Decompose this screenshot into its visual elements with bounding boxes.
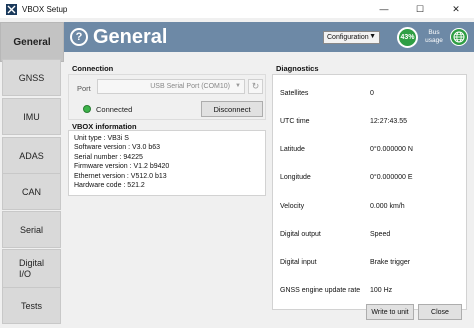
diag-value: 0 (370, 90, 374, 97)
close-button[interactable]: Close (418, 304, 462, 320)
firmware-version: Firmware version : V1.2 b9420 (74, 163, 170, 171)
diag-label: UTC time (280, 118, 310, 125)
bus-usage-label: Bus usage (421, 29, 447, 45)
diag-label: Latitude (280, 146, 305, 153)
sidebar-item-label: General (13, 36, 51, 48)
port-value: USB Serial Port (COM10) (150, 83, 230, 90)
title-bar: VBOX Setup — ☐ ✕ (0, 0, 474, 18)
sidebar-item-label: GNSS (18, 72, 45, 83)
chevron-down-icon: ▼ (369, 33, 376, 40)
diag-value: Speed (370, 231, 391, 238)
vbox-info-panel: Unit type : VB3i S Software version : V3… (68, 130, 266, 196)
sidebar-item-label: Tests (20, 300, 42, 311)
ethernet-version: Ethernet version : V512.0 b13 (74, 172, 167, 180)
connection-status: Connected (96, 105, 133, 114)
sidebar-item-serial[interactable]: Serial (2, 211, 61, 248)
unit-type: Unit type : VB3i S (74, 135, 129, 142)
close-window-button[interactable]: ✕ (438, 0, 474, 18)
diag-value: 12:27:43.55 (370, 118, 407, 125)
diag-label: Digital output (280, 231, 321, 238)
maximize-button[interactable]: ☐ (402, 0, 438, 18)
page-title: General (93, 26, 168, 48)
software-version: Software version : V3.0 b63 (74, 144, 160, 152)
diag-label: Longitude (280, 174, 311, 181)
diagnostics-panel: Satellites 0 UTC time 12:27:43.55 Latitu… (272, 74, 467, 310)
sidebar-item-label: CAN (21, 186, 41, 197)
serial-number: Serial number : 94225 (74, 153, 143, 161)
write-to-unit-button[interactable]: Write to unit (366, 304, 414, 320)
refresh-button[interactable]: ↻ (248, 79, 263, 94)
diag-value: 0°0.000000 E (370, 174, 413, 181)
sidebar-item-label: Serial (19, 224, 43, 235)
connection-title: Connection (72, 64, 114, 73)
sidebar-item-adas[interactable]: ADAS (2, 137, 61, 174)
port-dropdown[interactable]: USB Serial Port (COM10) ▼ (97, 79, 245, 94)
diag-label: GNSS engine update rate (280, 287, 361, 294)
sidebar-item-can[interactable]: CAN (2, 173, 61, 210)
sidebar-item-label: IMU (23, 111, 40, 122)
sidebar-item-imu[interactable]: IMU (2, 98, 61, 135)
diag-label: Satellites (280, 90, 309, 97)
disconnect-button[interactable]: Disconnect (201, 101, 263, 117)
bus-usage-gauge: 43% (397, 27, 418, 48)
sidebar: General GNSS IMU ADAS CAN Serial Digital… (0, 18, 64, 328)
sidebar-item-general[interactable]: General (0, 22, 64, 62)
sidebar-item-gnss[interactable]: GNSS (2, 59, 61, 96)
refresh-icon: ↻ (251, 81, 260, 91)
diag-value: Brake trigger (370, 259, 411, 266)
bus-usage-label-line2: usage (425, 37, 443, 44)
main-panel: ? General Configuration ▼ 43% Bus usage … (64, 18, 474, 328)
diag-label: Digital input (280, 259, 317, 266)
diag-value: 100 Hz (370, 287, 393, 294)
diag-value: 0.000 km/h (370, 203, 405, 210)
sidebar-item-tests[interactable]: Tests (2, 287, 61, 324)
sidebar-item-label-line1: Digital (19, 258, 45, 268)
minimize-button[interactable]: — (366, 0, 402, 18)
sidebar-item-label: ADAS (19, 150, 44, 161)
configuration-dropdown[interactable]: Configuration ▼ (323, 31, 380, 44)
globe-icon-glyph (453, 31, 465, 43)
diag-value: 0°0.000000 N (370, 146, 413, 153)
hardware-code: Hardware code : 521.2 (74, 182, 145, 190)
bus-usage-label-line1: Bus (428, 29, 440, 36)
connection-status-indicator (83, 105, 91, 113)
diag-label: Velocity (280, 203, 305, 210)
connection-panel: Port USB Serial Port (COM10) ▼ ↻ Connect… (68, 74, 266, 120)
globe-icon[interactable] (450, 28, 468, 46)
sidebar-item-digital-io[interactable]: Digital I/O (2, 249, 61, 289)
sidebar-item-label-line2: I/O (19, 269, 32, 279)
chevron-down-icon: ▼ (235, 83, 241, 89)
window-title: VBOX Setup (22, 4, 68, 14)
page-header: ? General Configuration ▼ 43% Bus usage (64, 22, 474, 52)
app-icon (6, 3, 17, 15)
sidebar-item-label: Digital I/O (19, 258, 44, 280)
help-icon[interactable]: ? (70, 28, 88, 46)
port-label: Port (77, 84, 91, 93)
diagnostics-title: Diagnostics (276, 64, 319, 73)
configuration-label: Configuration (327, 34, 369, 41)
